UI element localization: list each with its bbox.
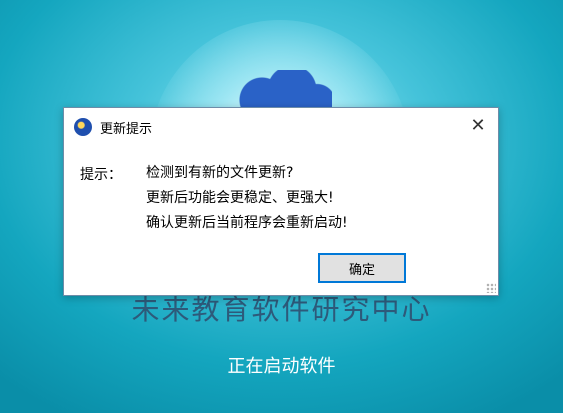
resize-grip-icon[interactable] [486,283,496,293]
dialog-title: 更新提示 [100,122,153,137]
splash-status: 正在启动软件 [227,356,336,377]
ok-button[interactable]: 确定 [318,253,406,283]
message-label: 提示： [80,167,122,183]
message-line: 确认更新后当前程序会重新启动! [146,215,348,231]
update-dialog: 更新提示 ✕ 提示： 检测到有新的文件更新? 更新后功能会更稳定、更强大! 确认… [63,107,499,296]
dialog-titlebar[interactable]: 更新提示 ✕ [64,108,498,146]
app-icon [74,118,92,136]
message-body: 检测到有新的文件更新? 更新后功能会更稳定、更强大! 确认更新后当前程序会重新启… [146,163,348,238]
close-button[interactable]: ✕ [458,108,498,144]
message-line: 检测到有新的文件更新? [146,165,294,181]
message-line: 更新后功能会更稳定、更强大! [146,190,334,206]
